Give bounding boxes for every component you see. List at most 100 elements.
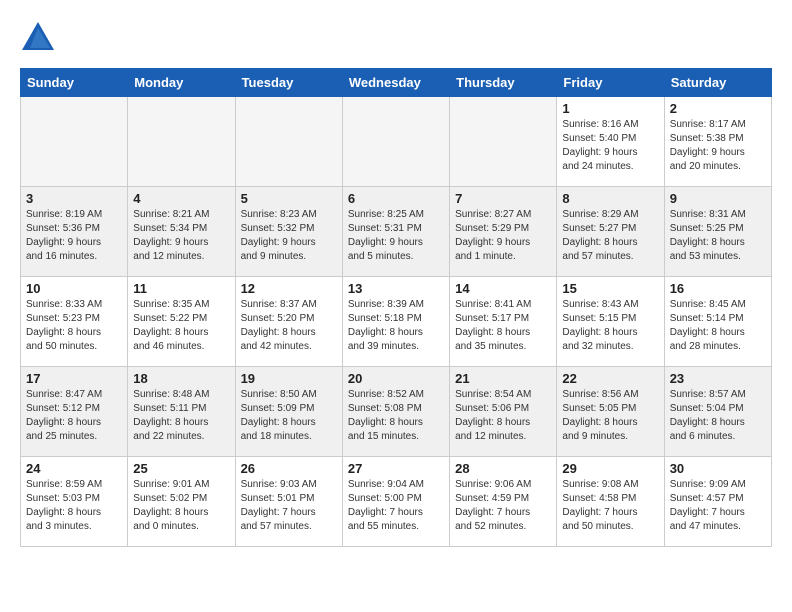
- day-number: 22: [562, 371, 658, 386]
- day-info: Sunrise: 8:23 AMSunset: 5:32 PMDaylight:…: [241, 208, 337, 264]
- day-number: 29: [562, 461, 658, 476]
- calendar-cell: 4 Sunrise: 8:21 AMSunset: 5:34 PMDaylight…: [128, 187, 235, 277]
- calendar-cell: 21 Sunrise: 8:54 AMSunset: 5:06 PMDayligh…: [450, 367, 557, 457]
- day-number: 13: [348, 281, 444, 296]
- calendar-cell: 20 Sunrise: 8:52 AMSunset: 5:08 PMDayligh…: [342, 367, 449, 457]
- day-info: Sunrise: 8:54 AMSunset: 5:06 PMDaylight:…: [455, 388, 551, 444]
- page: SundayMondayTuesdayWednesdayThursdayFrid…: [0, 0, 792, 557]
- day-info: Sunrise: 8:17 AMSunset: 5:38 PMDaylight:…: [670, 118, 766, 174]
- day-info: Sunrise: 8:47 AMSunset: 5:12 PMDaylight:…: [26, 388, 122, 444]
- day-number: 4: [133, 191, 229, 206]
- weekday-wednesday: Wednesday: [342, 69, 449, 97]
- calendar-cell: 9 Sunrise: 8:31 AMSunset: 5:25 PMDaylight…: [664, 187, 771, 277]
- calendar-cell: 12Sunrise: 8:37 AMSunset: 5:20 PMDayligh…: [235, 277, 342, 367]
- calendar-cell: 3 Sunrise: 8:19 AMSunset: 5:36 PMDaylight…: [21, 187, 128, 277]
- day-number: 30: [670, 461, 766, 476]
- day-number: 19: [241, 371, 337, 386]
- day-info: Sunrise: 8:27 AMSunset: 5:29 PMDaylight:…: [455, 208, 551, 264]
- day-info: Sunrise: 8:25 AMSunset: 5:31 PMDaylight:…: [348, 208, 444, 264]
- week-row-4: 17 Sunrise: 8:47 AMSunset: 5:12 PMDayligh…: [21, 367, 772, 457]
- calendar-cell: [128, 97, 235, 187]
- day-info: Sunrise: 8:41 AMSunset: 5:17 PMDaylight:…: [455, 298, 551, 354]
- calendar-cell: 30Sunrise: 9:09 AMSunset: 4:57 PMDayligh…: [664, 457, 771, 547]
- day-info: Sunrise: 8:39 AMSunset: 5:18 PMDaylight:…: [348, 298, 444, 354]
- day-number: 25: [133, 461, 229, 476]
- day-number: 15: [562, 281, 658, 296]
- day-info: Sunrise: 8:31 AMSunset: 5:25 PMDaylight:…: [670, 208, 766, 264]
- day-info: Sunrise: 8:16 AMSunset: 5:40 PMDaylight:…: [562, 118, 658, 174]
- day-number: 14: [455, 281, 551, 296]
- day-number: 6: [348, 191, 444, 206]
- day-number: 3: [26, 191, 122, 206]
- calendar-cell: 5 Sunrise: 8:23 AMSunset: 5:32 PMDaylight…: [235, 187, 342, 277]
- calendar-cell: 24 Sunrise: 8:59 AMSunset: 5:03 PMDayligh…: [21, 457, 128, 547]
- week-row-2: 3 Sunrise: 8:19 AMSunset: 5:36 PMDaylight…: [21, 187, 772, 277]
- calendar-cell: 27 Sunrise: 9:04 AMSunset: 5:00 PMDayligh…: [342, 457, 449, 547]
- calendar-cell: 19Sunrise: 8:50 AMSunset: 5:09 PMDayligh…: [235, 367, 342, 457]
- day-number: 18: [133, 371, 229, 386]
- day-info: Sunrise: 8:19 AMSunset: 5:36 PMDaylight:…: [26, 208, 122, 264]
- weekday-monday: Monday: [128, 69, 235, 97]
- calendar-cell: 8Sunrise: 8:29 AMSunset: 5:27 PMDaylight…: [557, 187, 664, 277]
- calendar-cell: 13 Sunrise: 8:39 AMSunset: 5:18 PMDayligh…: [342, 277, 449, 367]
- weekday-sunday: Sunday: [21, 69, 128, 97]
- day-info: Sunrise: 9:06 AMSunset: 4:59 PMDaylight:…: [455, 478, 551, 534]
- calendar-cell: 18 Sunrise: 8:48 AMSunset: 5:11 PMDayligh…: [128, 367, 235, 457]
- day-info: Sunrise: 8:56 AMSunset: 5:05 PMDaylight:…: [562, 388, 658, 444]
- calendar-cell: 16 Sunrise: 8:45 AMSunset: 5:14 PMDayligh…: [664, 277, 771, 367]
- day-number: 8: [562, 191, 658, 206]
- calendar-cell: 2Sunrise: 8:17 AMSunset: 5:38 PMDaylight…: [664, 97, 771, 187]
- weekday-saturday: Saturday: [664, 69, 771, 97]
- day-number: 16: [670, 281, 766, 296]
- day-number: 5: [241, 191, 337, 206]
- week-row-1: 1 Sunrise: 8:16 AMSunset: 5:40 PMDaylight…: [21, 97, 772, 187]
- day-number: 21: [455, 371, 551, 386]
- weekday-thursday: Thursday: [450, 69, 557, 97]
- calendar-cell: 29 Sunrise: 9:08 AMSunset: 4:58 PMDayligh…: [557, 457, 664, 547]
- day-number: 24: [26, 461, 122, 476]
- calendar-cell: 7 Sunrise: 8:27 AMSunset: 5:29 PMDaylight…: [450, 187, 557, 277]
- calendar: SundayMondayTuesdayWednesdayThursdayFrid…: [20, 68, 772, 547]
- day-info: Sunrise: 8:43 AMSunset: 5:15 PMDaylight:…: [562, 298, 658, 354]
- day-info: Sunrise: 8:21 AMSunset: 5:34 PMDaylight:…: [133, 208, 229, 264]
- day-number: 1: [562, 101, 658, 116]
- day-info: Sunrise: 8:35 AMSunset: 5:22 PMDaylight:…: [133, 298, 229, 354]
- day-info: Sunrise: 8:33 AMSunset: 5:23 PMDaylight:…: [26, 298, 122, 354]
- day-number: 11: [133, 281, 229, 296]
- calendar-cell: 14 Sunrise: 8:41 AMSunset: 5:17 PMDayligh…: [450, 277, 557, 367]
- day-info: Sunrise: 9:01 AMSunset: 5:02 PMDaylight:…: [133, 478, 229, 534]
- calendar-cell: 26 Sunrise: 9:03 AMSunset: 5:01 PMDayligh…: [235, 457, 342, 547]
- calendar-cell: [235, 97, 342, 187]
- day-number: 10: [26, 281, 122, 296]
- calendar-cell: 28 Sunrise: 9:06 AMSunset: 4:59 PMDayligh…: [450, 457, 557, 547]
- day-info: Sunrise: 9:08 AMSunset: 4:58 PMDaylight:…: [562, 478, 658, 534]
- logo: [20, 20, 60, 56]
- day-info: Sunrise: 8:59 AMSunset: 5:03 PMDaylight:…: [26, 478, 122, 534]
- calendar-cell: [342, 97, 449, 187]
- header: [20, 20, 772, 56]
- calendar-cell: 1 Sunrise: 8:16 AMSunset: 5:40 PMDaylight…: [557, 97, 664, 187]
- day-info: Sunrise: 8:45 AMSunset: 5:14 PMDaylight:…: [670, 298, 766, 354]
- day-info: Sunrise: 8:52 AMSunset: 5:08 PMDaylight:…: [348, 388, 444, 444]
- calendar-cell: 22 Sunrise: 8:56 AMSunset: 5:05 PMDayligh…: [557, 367, 664, 457]
- weekday-friday: Friday: [557, 69, 664, 97]
- day-number: 27: [348, 461, 444, 476]
- day-number: 7: [455, 191, 551, 206]
- logo-icon: [20, 20, 56, 56]
- calendar-cell: 23Sunrise: 8:57 AMSunset: 5:04 PMDayligh…: [664, 367, 771, 457]
- calendar-cell: 17 Sunrise: 8:47 AMSunset: 5:12 PMDayligh…: [21, 367, 128, 457]
- day-number: 9: [670, 191, 766, 206]
- day-info: Sunrise: 9:03 AMSunset: 5:01 PMDaylight:…: [241, 478, 337, 534]
- day-number: 20: [348, 371, 444, 386]
- calendar-cell: [450, 97, 557, 187]
- calendar-cell: 6 Sunrise: 8:25 AMSunset: 5:31 PMDaylight…: [342, 187, 449, 277]
- day-number: 17: [26, 371, 122, 386]
- calendar-cell: 15 Sunrise: 8:43 AMSunset: 5:15 PMDayligh…: [557, 277, 664, 367]
- day-info: Sunrise: 9:04 AMSunset: 5:00 PMDaylight:…: [348, 478, 444, 534]
- day-number: 26: [241, 461, 337, 476]
- week-row-3: 10 Sunrise: 8:33 AMSunset: 5:23 PMDayligh…: [21, 277, 772, 367]
- week-row-5: 24 Sunrise: 8:59 AMSunset: 5:03 PMDayligh…: [21, 457, 772, 547]
- calendar-cell: 11 Sunrise: 8:35 AMSunset: 5:22 PMDayligh…: [128, 277, 235, 367]
- day-number: 28: [455, 461, 551, 476]
- day-info: Sunrise: 8:48 AMSunset: 5:11 PMDaylight:…: [133, 388, 229, 444]
